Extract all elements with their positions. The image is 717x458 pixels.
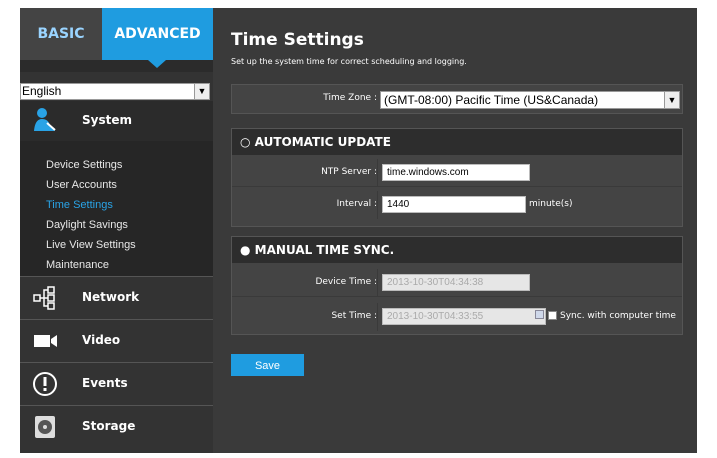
video-camera-icon: [34, 335, 57, 347]
sidebar-item-video-label: Video: [82, 333, 121, 347]
sidebar-item-video[interactable]: Video: [20, 319, 213, 361]
ntp-server-row: NTP Server : time.windows.com: [232, 159, 682, 187]
sidebar-item-events[interactable]: Events: [20, 362, 213, 404]
submenu-device-settings[interactable]: Device Settings: [46, 159, 122, 171]
active-tab-pointer: [148, 60, 166, 68]
time-zone-panel: Time Zone : (GMT-08:00) Pacific Time (US…: [231, 84, 683, 114]
ntp-server-input[interactable]: time.windows.com: [382, 164, 530, 181]
system-user-icon: [34, 108, 56, 131]
device-time-row: Device Time : 2013-10-30T04:34:38: [232, 269, 682, 297]
sidebar-item-network[interactable]: Network: [20, 276, 213, 318]
sidebar-item-events-label: Events: [82, 376, 128, 390]
page-subtitle: Set up the system time for correct sched…: [231, 57, 467, 66]
storage-disk-icon: [35, 416, 55, 438]
sidebar-item-storage[interactable]: Storage: [20, 405, 213, 453]
submenu-time-settings[interactable]: Time Settings: [46, 199, 113, 211]
device-time-field: 2013-10-30T04:34:38: [382, 274, 530, 291]
sidebar: BASIC ADVANCED English ▼ System Device S…: [20, 8, 223, 453]
sync-computer-time-checkbox[interactable]: [548, 311, 557, 320]
time-zone-row: Time Zone : (GMT-08:00) Pacific Time (US…: [232, 85, 682, 115]
radio-unselected-icon[interactable]: ○: [240, 135, 250, 149]
submenu-daylight-savings[interactable]: Daylight Savings: [46, 219, 128, 231]
app-frame: BASIC ADVANCED English ▼ System Device S…: [20, 8, 697, 453]
submenu-live-view-settings[interactable]: Live View Settings: [46, 239, 136, 251]
mode-tabs: BASIC ADVANCED: [20, 8, 213, 72]
sidebar-item-system[interactable]: System: [20, 101, 213, 141]
tab-advanced[interactable]: ADVANCED: [102, 8, 213, 60]
language-select-value: English: [22, 84, 62, 98]
sidebar-item-system-label: System: [82, 113, 132, 127]
row-divider: [377, 191, 378, 219]
page-title: Time Settings: [231, 30, 364, 50]
chevron-down-icon: ▼: [194, 84, 209, 99]
set-time-label: Set Time :: [331, 311, 377, 321]
interval-input[interactable]: 1440: [382, 196, 526, 213]
sidebar-item-storage-label: Storage: [82, 419, 136, 433]
calendar-icon[interactable]: [535, 310, 544, 319]
row-divider: [377, 269, 378, 296]
time-zone-label: Time Zone :: [323, 93, 377, 103]
submenu-maintenance[interactable]: Maintenance: [46, 259, 109, 271]
row-divider: [377, 303, 378, 331]
interval-unit: minute(s): [529, 199, 573, 209]
save-button[interactable]: Save: [231, 354, 304, 376]
radio-selected-icon[interactable]: ●: [240, 243, 250, 257]
set-time-row: Set Time : 2013-10-30T04:33:55 Sync. wit…: [232, 303, 682, 331]
ntp-server-label: NTP Server :: [321, 167, 377, 177]
time-zone-value: (GMT-08:00) Pacific Time (US&Canada): [384, 93, 599, 107]
row-divider: [377, 159, 378, 186]
chevron-down-icon: ▼: [664, 92, 679, 108]
interval-row: Interval : 1440 minute(s): [232, 191, 682, 219]
automatic-update-heading: AUTOMATIC UPDATE: [254, 135, 391, 149]
automatic-update-header[interactable]: ○ AUTOMATIC UPDATE: [232, 129, 682, 155]
main-content: Time Settings Set up the system time for…: [213, 8, 697, 453]
interval-label: Interval :: [336, 199, 377, 209]
manual-sync-panel: ● MANUAL TIME SYNC. Device Time : 2013-1…: [231, 236, 683, 335]
language-select[interactable]: English ▼: [20, 83, 210, 100]
sync-computer-time-label: Sync. with computer time: [560, 311, 676, 321]
alert-icon: [33, 372, 57, 396]
manual-sync-heading: MANUAL TIME SYNC.: [254, 243, 395, 257]
manual-sync-header[interactable]: ● MANUAL TIME SYNC.: [232, 237, 682, 263]
set-time-field[interactable]: 2013-10-30T04:33:55: [382, 308, 546, 325]
tab-basic[interactable]: BASIC: [20, 8, 102, 60]
time-zone-select[interactable]: (GMT-08:00) Pacific Time (US&Canada) ▼: [380, 91, 680, 109]
network-icon: [33, 286, 55, 310]
sidebar-item-network-label: Network: [82, 290, 140, 304]
submenu-user-accounts[interactable]: User Accounts: [46, 179, 117, 191]
automatic-update-panel: ○ AUTOMATIC UPDATE NTP Server : time.win…: [231, 128, 683, 227]
system-submenu: Device Settings User Accounts Time Setti…: [20, 141, 213, 276]
device-time-label: Device Time :: [315, 277, 377, 287]
